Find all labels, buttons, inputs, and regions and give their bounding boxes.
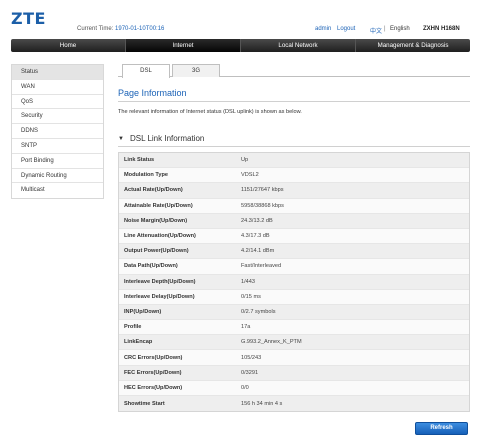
table-row: Modulation Type VDSL2 — [119, 168, 469, 184]
table-row: CRC Errors(Up/Down) 105/243 — [119, 350, 469, 366]
row-value: 1151/27647 kbps — [241, 187, 284, 194]
row-label: Interleave Delay(Up/Down) — [124, 293, 195, 300]
row-value: Up — [241, 157, 249, 164]
row-label: Actual Rate(Up/Down) — [124, 187, 183, 194]
sidebar-item-dynamic-routing[interactable]: Dynamic Routing — [12, 168, 103, 184]
table-row: HEC Errors(Up/Down) 0/0 — [119, 380, 469, 396]
row-label: Noise Margin(Up/Down) — [124, 217, 188, 224]
table-row: Output Power(Up/Down) 4.2/14.1 dBm — [119, 244, 469, 260]
table-row: Interleave Delay(Up/Down) 0/15 ms — [119, 289, 469, 305]
row-label: CRC Errors(Up/Down) — [124, 354, 183, 361]
row-value: 105/243 — [241, 354, 262, 361]
device-model: ZXHN H168N — [423, 26, 460, 32]
row-value: 156 h 34 min 4 s — [241, 400, 283, 407]
row-label: INP(Up/Down) — [124, 308, 162, 315]
row-label: Attainable Rate(Up/Down) — [124, 202, 193, 209]
row-value: 4.3/17.3 dB — [241, 233, 270, 240]
sidebar-item-port-binding[interactable]: Port Binding — [12, 153, 103, 169]
sidebar-item-sntp[interactable]: SNTP — [12, 138, 103, 154]
page-description: The relevant information of Internet sta… — [118, 109, 302, 115]
header: ZTE Current Time: 1970-01-10T00:16 admin… — [0, 0, 480, 38]
row-label: Line Attenuation(Up/Down) — [124, 233, 196, 240]
sidebar-item-status[interactable]: Status — [12, 65, 103, 80]
dsl-info-table: Link Status Up Modulation Type VDSL2 Actua… — [118, 152, 470, 413]
sidebar-item-ddns[interactable]: DDNS — [12, 124, 103, 139]
row-value: 24.3/13.2 dB — [241, 217, 273, 224]
row-value: 0/3291 — [241, 369, 259, 376]
nav-local-network[interactable]: Local Network — [241, 39, 356, 52]
sidebar: Status WAN QoS Security DDNS SNTP Port B… — [11, 64, 104, 200]
nav-home[interactable]: Home — [11, 39, 126, 52]
row-label: HEC Errors(Up/Down) — [124, 384, 183, 391]
table-row: Actual Rate(Up/Down) 1151/27647 kbps — [119, 183, 469, 199]
zte-logo: ZTE — [11, 9, 46, 28]
row-label: Profile — [124, 324, 142, 331]
row-label: LinkEncap — [124, 339, 153, 346]
title-divider — [118, 101, 470, 102]
section-divider — [118, 146, 470, 147]
lang-english[interactable]: English — [390, 26, 410, 32]
current-time-label: Current Time: — [77, 26, 114, 32]
row-label: Data Path(Up/Down) — [124, 263, 178, 270]
row-value: 0/2.7 symbols — [241, 308, 276, 315]
row-value: Fast/Interleaved — [241, 263, 282, 270]
row-value: G.993.2_Annex_K_PTM — [241, 339, 302, 346]
user-link[interactable]: admin — [315, 26, 331, 32]
row-value: 4.2/14.1 dBm — [241, 248, 275, 255]
row-label: Interleave Depth(Up/Down) — [124, 278, 196, 285]
table-row: Noise Margin(Up/Down) 24.3/13.2 dB — [119, 213, 469, 229]
lang-separator: | — [384, 26, 386, 32]
sidebar-item-multicast[interactable]: Multicast — [12, 183, 103, 199]
current-time-value: 1970-01-10T00:16 — [115, 26, 165, 32]
table-row: Showtime Start 156 h 34 min 4 s — [119, 396, 469, 412]
sidebar-item-security[interactable]: Security — [12, 109, 103, 125]
row-label: FEC Errors(Up/Down) — [124, 369, 182, 376]
nav-management-diagnosis[interactable]: Management & Diagnosis — [356, 39, 470, 52]
table-row: Line Attenuation(Up/Down) 4.3/17.3 dB — [119, 228, 469, 245]
nav-internet[interactable]: Internet — [126, 39, 241, 52]
section-header[interactable]: ▼ DSL Link Information — [118, 134, 204, 143]
current-time: Current Time: 1970-01-10T00:16 — [77, 26, 164, 32]
table-row: Attainable Rate(Up/Down) 5958/38868 kbps — [119, 198, 469, 214]
table-row: LinkEncap G.993.2_Annex_K_PTM — [119, 335, 469, 351]
table-row: FEC Errors(Up/Down) 0/3291 — [119, 365, 469, 381]
main-nav: Home Internet Local Network Management &… — [11, 39, 470, 52]
table-row: INP(Up/Down) 0/2.7 symbols — [119, 304, 469, 321]
sidebar-item-qos[interactable]: QoS — [12, 94, 103, 110]
row-value: 17a — [241, 324, 251, 331]
tab-dsl[interactable]: DSL — [122, 64, 170, 78]
table-row: Link Status Up — [119, 153, 469, 169]
row-label: Modulation Type — [124, 172, 169, 179]
refresh-button[interactable]: Refresh — [415, 422, 468, 435]
row-label: Link Status — [124, 157, 155, 164]
row-value: 0/0 — [241, 384, 249, 391]
table-row: Data Path(Up/Down) Fast/Interleaved — [119, 259, 469, 275]
row-value: 0/15 ms — [241, 293, 261, 300]
main-content: DSL 3G Page Information The relevant inf… — [118, 64, 470, 435]
row-label: Output Power(Up/Down) — [124, 248, 189, 255]
collapse-triangle-icon[interactable]: ▼ — [118, 136, 124, 142]
row-value: 1/443 — [241, 278, 255, 285]
row-value: VDSL2 — [241, 172, 259, 179]
page-title: Page Information — [118, 88, 187, 98]
tab-3g[interactable]: 3G — [172, 64, 220, 77]
tab-bar: DSL 3G — [118, 64, 470, 78]
logout-link[interactable]: Logout — [337, 26, 355, 32]
section-title: DSL Link Information — [129, 134, 205, 143]
lang-chinese-link[interactable]: 中文 — [370, 29, 382, 35]
row-value: 5958/38868 kbps — [241, 202, 284, 209]
row-label: Showtime Start — [124, 400, 165, 407]
table-row: Interleave Depth(Up/Down) 1/443 — [119, 274, 469, 290]
sidebar-item-wan[interactable]: WAN — [12, 79, 103, 95]
table-row: Profile 17a — [119, 320, 469, 336]
